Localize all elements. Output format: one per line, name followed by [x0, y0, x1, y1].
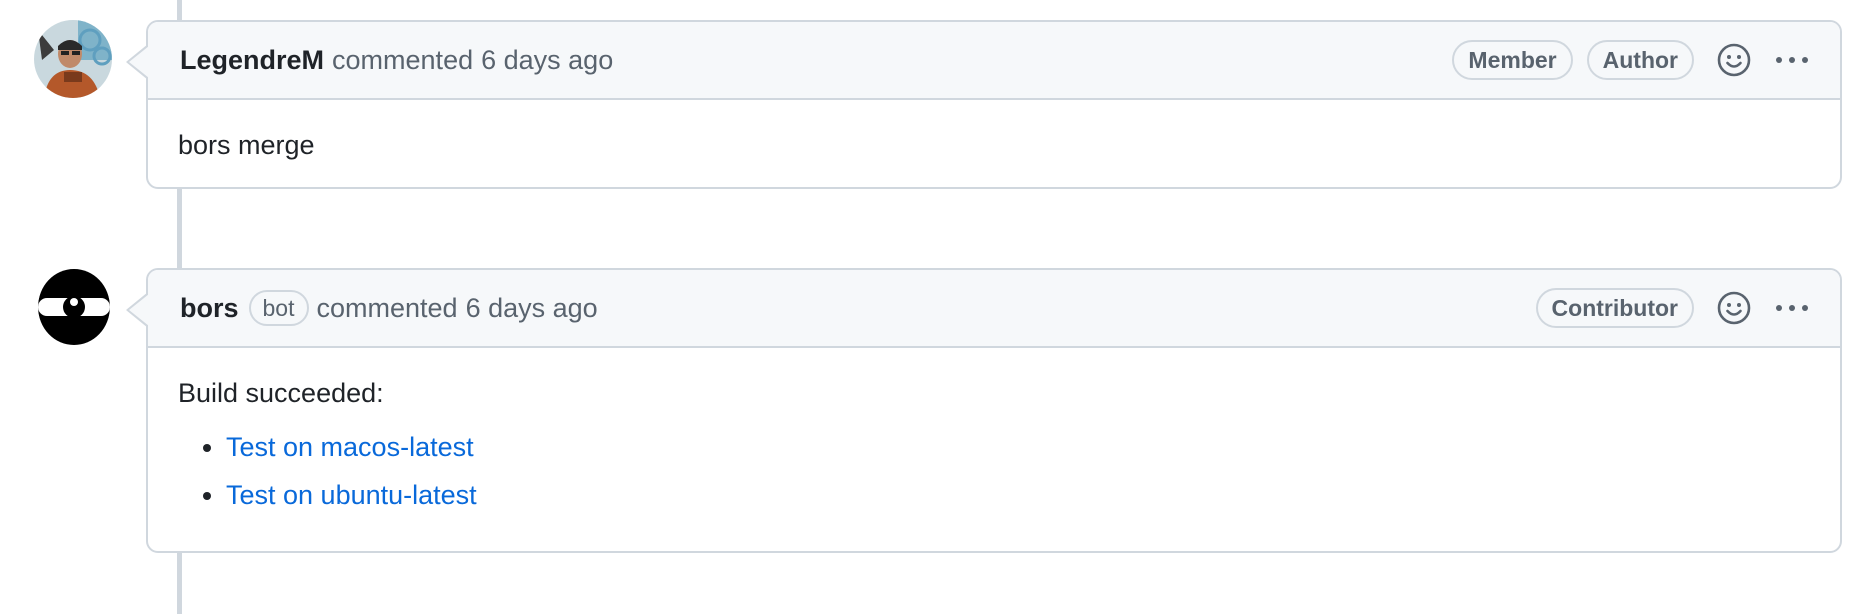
comment-body: Build succeeded: Test on macos-latest Te… [148, 348, 1840, 551]
list-item: Test on macos-latest [226, 429, 1810, 465]
comment-timestamp[interactable]: 6 days ago [466, 293, 598, 324]
comment-action: commented [332, 44, 474, 75]
comment-author[interactable]: bors [180, 293, 239, 324]
smiley-icon [1717, 43, 1751, 77]
build-link-ubuntu[interactable]: Test on ubuntu-latest [226, 480, 477, 510]
list-item: Test on ubuntu-latest [226, 477, 1810, 513]
comment-box: bors bot commented 6 days ago Contributo… [126, 268, 1842, 553]
comment-body: bors merge [148, 100, 1840, 187]
comment-action: commented [316, 292, 458, 323]
comment-author[interactable]: LegendreM [180, 45, 324, 76]
build-links-list: Test on macos-latest Test on ubuntu-late… [178, 429, 1810, 513]
add-reaction-button[interactable] [1712, 286, 1756, 330]
role-badge-contributor: Contributor [1535, 288, 1694, 328]
kebab-horizontal-icon [1776, 57, 1808, 63]
comment-timestamp[interactable]: 6 days ago [481, 45, 613, 76]
smiley-icon [1717, 291, 1751, 325]
build-link-macos[interactable]: Test on macos-latest [226, 432, 474, 462]
comment-options-button[interactable] [1770, 38, 1814, 82]
role-badge-author: Author [1586, 40, 1694, 80]
add-reaction-button[interactable] [1712, 38, 1756, 82]
comment-box: LegendreM commented 6 days ago Member Au… [126, 20, 1842, 189]
comment-header: bors bot commented 6 days ago Contributo… [148, 270, 1840, 348]
role-badge-member: Member [1452, 40, 1573, 80]
kebab-horizontal-icon [1776, 305, 1808, 311]
bot-badge: bot [248, 290, 309, 326]
avatar-legendrem[interactable] [34, 20, 112, 98]
comment-header: LegendreM commented 6 days ago Member Au… [148, 22, 1840, 100]
avatar-bors[interactable] [38, 268, 110, 346]
comment-text: bors merge [178, 130, 315, 160]
comment-text: Build succeeded: [178, 378, 384, 408]
comment-options-button[interactable] [1770, 286, 1814, 330]
